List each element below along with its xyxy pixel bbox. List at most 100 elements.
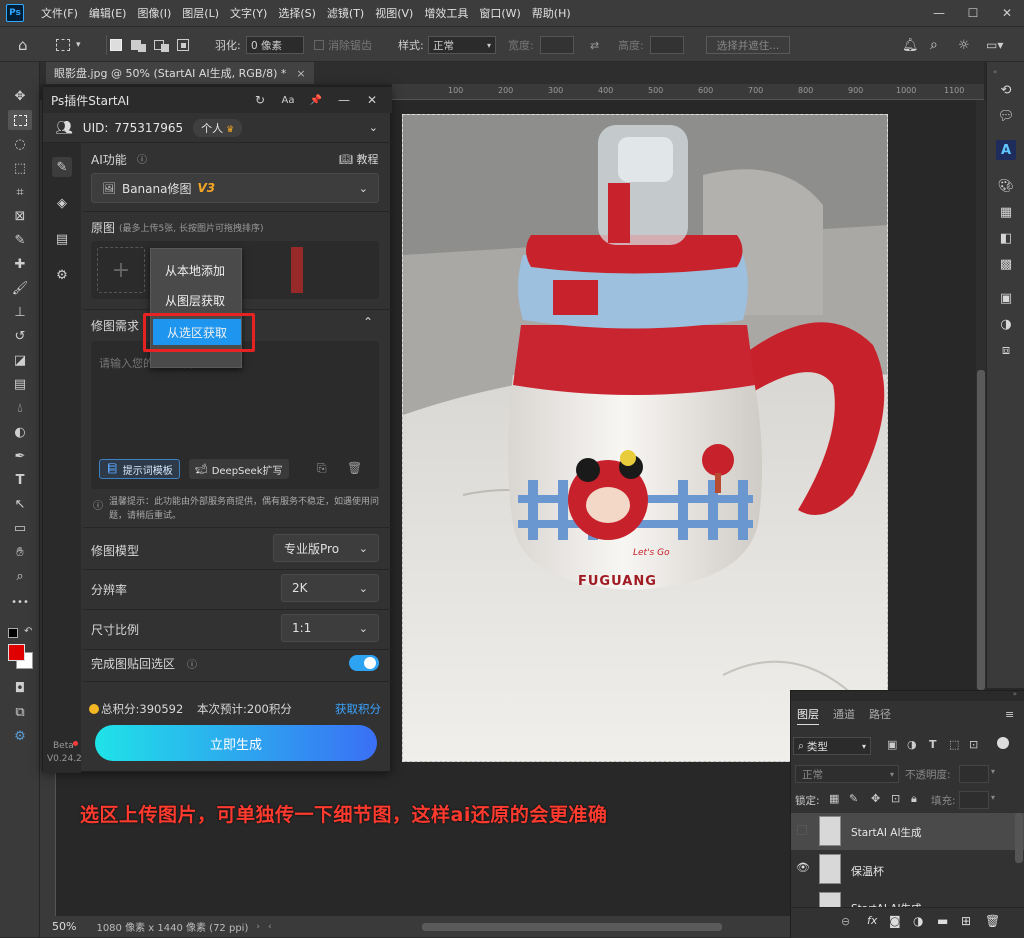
pin-icon[interactable]: 📌 [307, 91, 325, 109]
menu-window[interactable]: 窗口(W) [479, 5, 520, 21]
font-size-icon[interactable]: Aa [279, 91, 297, 109]
paste-back-toggle[interactable] [349, 655, 379, 671]
layer-name[interactable]: 保温杯 [851, 863, 884, 879]
document-mode-icon[interactable]: ▤ [52, 229, 72, 249]
filter-shape-icon[interactable]: ⬚ [949, 738, 959, 751]
ratio-select[interactable]: 1:1 ⌄ [281, 614, 379, 642]
startai-plugin-icon[interactable]: A [996, 140, 1016, 160]
bell-icon[interactable]: 🔔︎ [902, 35, 919, 55]
delete-layer-icon[interactable]: 🗑︎ [985, 914, 1000, 928]
refresh-icon[interactable]: ↻ [251, 91, 269, 109]
menu-type[interactable]: 文字(Y) [230, 5, 267, 21]
filter-type-icon[interactable]: T [929, 738, 937, 751]
user-chevron-icon[interactable]: ⌄ [369, 121, 378, 134]
foreground-color-swatch[interactable] [8, 644, 25, 661]
gradient-tool-icon[interactable]: ▤ [8, 374, 32, 394]
layer-name[interactable]: StartAI AI生成 [851, 825, 922, 840]
menu-plugins[interactable]: 增效工具 [424, 5, 468, 21]
menu-layer[interactable]: 图层(L) [182, 5, 219, 21]
close-window-button[interactable]: ✕ [990, 0, 1024, 26]
status-arrow-icon[interactable]: › [256, 922, 260, 932]
blur-tool-icon[interactable]: 💧︎ [8, 398, 32, 418]
crop-tool-icon[interactable]: ⌗ [8, 182, 32, 202]
lock-all-icon[interactable]: 🔒︎ [911, 792, 917, 806]
brush-tool-icon[interactable]: 🖌︎ [8, 278, 32, 298]
close-panel-icon[interactable]: ✕ [363, 91, 381, 109]
new-layer-icon[interactable]: ⊞ [961, 914, 971, 928]
minimize-button[interactable]: — [922, 0, 956, 26]
zoom-tool-icon[interactable]: ⌕ [8, 566, 32, 586]
pen-tool-icon[interactable]: ✒ [8, 446, 32, 466]
eyedropper-tool-icon[interactable]: ✎ [8, 230, 32, 250]
extras-icon[interactable]: ⚙ [8, 726, 32, 746]
quick-mask-icon[interactable]: ◘ [8, 678, 32, 698]
tutorial-link[interactable]: 📖︎ 教程 [339, 151, 378, 167]
add-image-button[interactable]: + [97, 247, 145, 293]
model-select[interactable]: 专业版Pro ⌄ [273, 534, 379, 562]
libraries-icon[interactable]: ▣ [996, 288, 1016, 308]
chevron-up-icon[interactable]: ⌃ [363, 315, 373, 329]
menu-file[interactable]: 文件(F) [41, 5, 78, 21]
lock-transparent-icon[interactable]: ▦ [829, 792, 839, 805]
minimize-panel-icon[interactable]: — [335, 91, 353, 109]
swap-colors-icon[interactable]: ↶ [24, 626, 32, 637]
canvas-scroll-thumb[interactable] [977, 370, 985, 690]
fill-dropdown-icon[interactable]: ▾ [991, 793, 995, 802]
layer-row[interactable]: 👁︎ 保温杯 [791, 851, 1024, 888]
swap-icon[interactable]: ⇄ [590, 35, 599, 55]
opacity-dropdown-icon[interactable]: ▾ [991, 767, 995, 776]
get-points-link[interactable]: 获取积分 [335, 701, 381, 717]
search-icon[interactable]: ⌕ [930, 35, 938, 55]
resolution-select[interactable]: 2K ⌄ [281, 574, 379, 602]
generate-button[interactable]: 立即生成 [95, 725, 377, 761]
color-icon[interactable]: 🎨︎ [996, 176, 1016, 196]
lock-position-icon[interactable]: ✥ [871, 792, 880, 805]
adjustment-layer-icon[interactable]: ◑ [913, 914, 923, 928]
prompt-template-button[interactable]: 📘︎ 提示词模板 [99, 459, 180, 479]
document-image[interactable]: Let's Go FUGUANG [402, 114, 888, 762]
menu-view[interactable]: 视图(V) [375, 5, 413, 21]
blend-mode-select[interactable]: 正常 ▾ [795, 765, 899, 783]
hand-tool-icon[interactable]: ✋︎ [8, 542, 32, 562]
fx-icon[interactable]: fx [867, 914, 877, 927]
ai-function-select[interactable]: 🖼︎ Banana修图 V3 ⌄ [91, 173, 379, 203]
menu-add-local[interactable]: 从本地添加 [151, 257, 243, 283]
panel-menu-icon[interactable]: ≡ [1005, 703, 1014, 725]
comments-icon[interactable]: 💬︎ [996, 106, 1016, 126]
layer-filter-select[interactable]: ⌕ 类型 ▾ [793, 737, 871, 755]
layers-mode-icon[interactable]: ◈ [52, 193, 72, 213]
user-row[interactable]: 👥︎ UID: 775317965 个人 ♛ ⌄ [43, 113, 392, 143]
tab-layers[interactable]: 图层 [797, 703, 819, 725]
layers-scroll-thumb[interactable] [1015, 813, 1023, 863]
settings-icon[interactable]: ⚙ [52, 265, 72, 285]
marquee-tool-icon[interactable] [8, 110, 32, 130]
document-tab[interactable]: 眼影盘.jpg @ 50% (StartAI AI生成, RGB/8) * × [46, 62, 314, 84]
history-list-icon[interactable]: ⎘ [317, 461, 327, 476]
screen-mode-icon[interactable]: ⧉ [8, 702, 32, 722]
type-tool-icon[interactable]: T [8, 470, 32, 490]
lock-pixels-icon[interactable]: ✎ [849, 792, 858, 805]
select-and-mask-button[interactable]: 选择并遮住... [706, 36, 790, 54]
height-input[interactable] [650, 36, 684, 54]
paste-back-info-icon[interactable]: ⓘ [187, 656, 197, 671]
properties-icon[interactable]: ⧈ [996, 340, 1016, 360]
workspace-icon[interactable]: ▭▾ [986, 35, 1003, 55]
history-icon[interactable]: ⟲ [996, 80, 1016, 100]
menu-image[interactable]: 图像(I) [137, 5, 171, 21]
hscroll-left-icon[interactable]: ‹ [268, 922, 272, 932]
move-tool-icon[interactable]: ✥ [8, 86, 32, 106]
tab-paths[interactable]: 路径 [869, 703, 891, 725]
layer-row[interactable]: StartAI AI生成 [791, 813, 1024, 850]
lasso-tool-icon[interactable]: ◌ [8, 134, 32, 154]
new-selection-icon[interactable] [110, 35, 122, 55]
patterns-icon[interactable]: ▩ [996, 254, 1016, 274]
tab-close-icon[interactable]: × [296, 67, 305, 80]
deepseek-expand-button[interactable]: 🐋︎ DeepSeek扩写 [189, 459, 289, 479]
rectangle-tool-icon[interactable]: ▭ [8, 518, 32, 538]
menu-filter[interactable]: 滤镜(T) [327, 5, 364, 21]
eye-icon[interactable]: 👁︎ [796, 861, 810, 874]
filter-smart-icon[interactable]: ⊡ [969, 738, 978, 751]
collapse-arrows-icon[interactable]: » [1013, 690, 1017, 698]
fill-input[interactable] [959, 791, 989, 809]
menu-help[interactable]: 帮助(H) [532, 5, 571, 21]
